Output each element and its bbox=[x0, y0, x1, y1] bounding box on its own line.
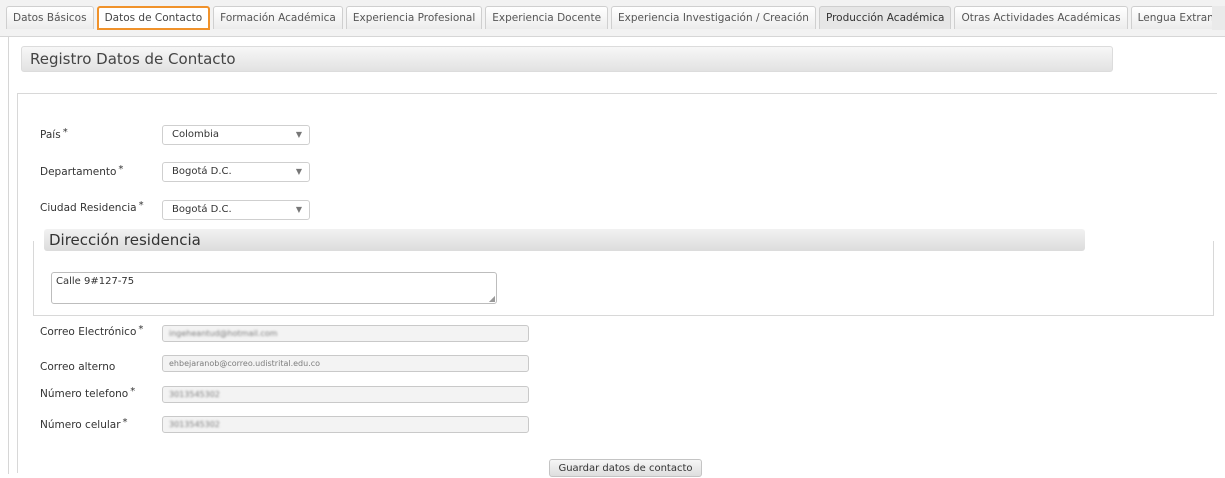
telefono-label: Número telefono * bbox=[40, 386, 136, 400]
direccion-legend-text: Dirección residencia bbox=[49, 231, 201, 249]
pais-label: País * bbox=[40, 127, 68, 141]
correo-label: Correo Electrónico * bbox=[40, 324, 144, 338]
resize-handle-icon[interactable]: ◢ bbox=[489, 294, 495, 303]
pais-select-value: Colombia bbox=[172, 129, 219, 140]
tab-experiencia-docente[interactable]: Experiencia Docente bbox=[485, 6, 609, 29]
required-mark: * bbox=[122, 417, 128, 428]
celular-input[interactable]: 3013545302 bbox=[162, 416, 529, 433]
tab-lengua-extranjera[interactable]: Lengua Extranjera bbox=[1130, 6, 1225, 29]
required-mark: * bbox=[138, 324, 144, 335]
tab-datos-basicos[interactable]: Datos Básicos bbox=[6, 6, 94, 29]
pais-label-text: País bbox=[40, 129, 61, 141]
departamento-select[interactable]: Bogotá D.C. ▼ bbox=[162, 162, 310, 182]
direccion-value: Calle 9#127-75 bbox=[56, 276, 135, 287]
fieldset-border-top bbox=[17, 93, 1217, 94]
tab-experiencia-profesional[interactable]: Experiencia Profesional bbox=[345, 6, 483, 29]
correo-alterno-label: Correo alterno bbox=[40, 361, 115, 373]
celular-label: Número celular * bbox=[40, 417, 128, 431]
tab-otras-actividades[interactable]: Otras Actividades Académicas bbox=[954, 6, 1128, 29]
correo-alterno-input[interactable]: ehbejaranob@correo.udistrital.edu.co bbox=[162, 355, 529, 372]
guardar-contacto-button[interactable]: Guardar datos de contacto bbox=[549, 459, 702, 477]
contact-panel: Registro Datos de Contacto País * Colombi… bbox=[8, 36, 1225, 477]
direccion-textarea[interactable]: Calle 9#127-75 ◢ bbox=[51, 272, 497, 304]
tab-formacion-academica[interactable]: Formación Académica bbox=[213, 6, 343, 29]
direccion-legend: Dirección residencia bbox=[44, 229, 1085, 251]
required-mark: * bbox=[62, 127, 68, 138]
section-title: Registro Datos de Contacto bbox=[30, 50, 236, 68]
tab-list: Datos Básicos Datos de Contacto Formació… bbox=[6, 6, 1225, 30]
correo-alterno-label-text: Correo alterno bbox=[40, 361, 116, 373]
ciudad-label-text: Ciudad Residencia bbox=[40, 202, 137, 214]
correo-value: ingeheantud@hotmail.com bbox=[169, 329, 278, 338]
celular-label-text: Número celular bbox=[40, 419, 121, 431]
chevron-down-icon: ▼ bbox=[295, 130, 302, 139]
pais-select[interactable]: Colombia ▼ bbox=[162, 125, 310, 145]
tab-bar: Datos Básicos Datos de Contacto Formació… bbox=[0, 0, 1225, 37]
fieldset-border-left bbox=[17, 93, 18, 473]
section-legend: Registro Datos de Contacto bbox=[21, 46, 1113, 72]
departamento-select-value: Bogotá D.C. bbox=[172, 166, 232, 177]
correo-alterno-value: ehbejaranob@correo.udistrital.edu.co bbox=[169, 359, 321, 368]
telefono-label-text: Número telefono bbox=[40, 388, 129, 400]
ciudad-select[interactable]: Bogotá D.C. ▼ bbox=[162, 200, 310, 220]
tab-produccion-academica[interactable]: Producción Académica bbox=[818, 6, 952, 29]
required-mark: * bbox=[118, 164, 124, 175]
correo-input[interactable]: ingeheantud@hotmail.com bbox=[162, 325, 529, 342]
required-mark: * bbox=[138, 200, 144, 211]
ciudad-label: Ciudad Residencia * bbox=[40, 200, 144, 214]
tab-experiencia-investigacion[interactable]: Experiencia Investigación / Creación bbox=[611, 6, 816, 29]
telefono-value: 3013545302 bbox=[169, 390, 220, 399]
telefono-input[interactable]: 3013545302 bbox=[162, 386, 529, 403]
departamento-label-text: Departamento bbox=[40, 166, 117, 178]
ciudad-select-value: Bogotá D.C. bbox=[172, 204, 232, 215]
celular-value: 3013545302 bbox=[169, 420, 220, 429]
tab-bar-end bbox=[1212, 6, 1225, 30]
chevron-down-icon: ▼ bbox=[295, 167, 302, 176]
required-mark: * bbox=[130, 386, 136, 397]
tab-datos-contacto[interactable]: Datos de Contacto bbox=[96, 6, 211, 30]
chevron-down-icon: ▼ bbox=[295, 205, 302, 214]
correo-label-text: Correo Electrónico bbox=[40, 326, 137, 338]
departamento-label: Departamento * bbox=[40, 164, 124, 178]
